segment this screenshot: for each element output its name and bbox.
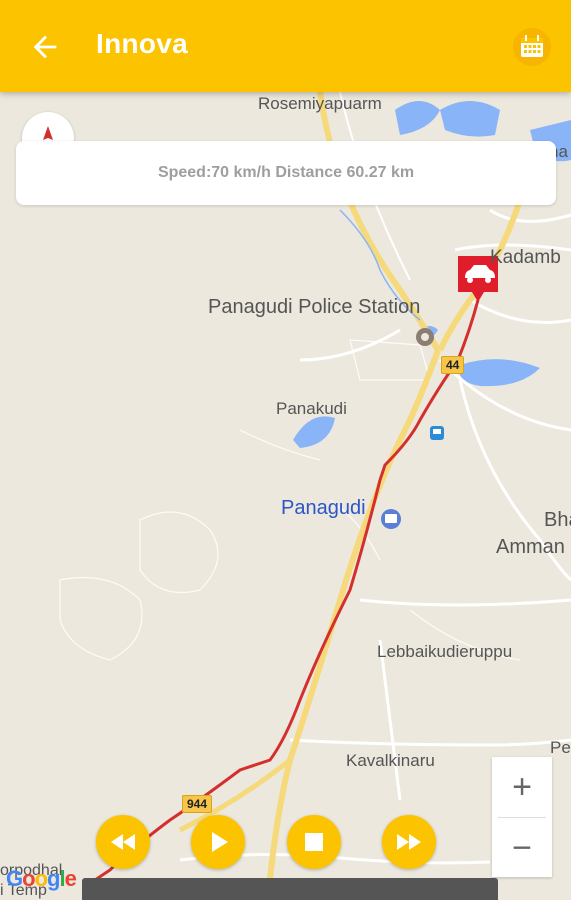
- back-arrow-icon[interactable]: [28, 30, 62, 64]
- trip-info-card: Speed:70 km/h Distance 60.27 km: [16, 141, 556, 205]
- highway-shield-944: 944: [182, 795, 213, 813]
- place-label: Pe: [550, 738, 571, 757]
- place-label: Panagudi Police Station: [208, 296, 421, 318]
- page-title: Innova: [96, 28, 189, 59]
- fast-forward-button[interactable]: [382, 815, 436, 869]
- stop-button[interactable]: [287, 815, 341, 869]
- playback-progress-bar[interactable]: [82, 878, 498, 900]
- place-label: Kadamb: [490, 247, 561, 268]
- place-label: Kavalkinaru: [346, 751, 435, 770]
- place-label: Bha: [544, 509, 571, 531]
- place-label: Lebbaikudieruppu: [377, 642, 513, 661]
- play-icon: [212, 832, 228, 852]
- lake: [440, 101, 500, 137]
- google-logo: Google: [6, 866, 77, 891]
- zoom-in-button[interactable]: +: [492, 757, 552, 817]
- place-label: Panagudi: [281, 497, 366, 519]
- app-bar: Innova: [0, 0, 571, 92]
- play-button[interactable]: [191, 815, 245, 869]
- place-label: Panakudi: [276, 399, 347, 418]
- zoom-controls: + −: [492, 757, 552, 877]
- calendar-icon[interactable]: [513, 28, 551, 66]
- rewind-button[interactable]: [96, 815, 150, 869]
- fast-forward-icon: [397, 834, 421, 850]
- zoom-out-button[interactable]: −: [492, 818, 552, 878]
- place-label: Rosemiyapuarm: [258, 94, 382, 113]
- rewind-icon: [111, 834, 135, 850]
- place-label: Amman: [496, 536, 565, 558]
- stop-icon: [305, 833, 323, 851]
- highway-shield-44: 44: [441, 356, 465, 374]
- map-canvas[interactable]: [0, 92, 571, 900]
